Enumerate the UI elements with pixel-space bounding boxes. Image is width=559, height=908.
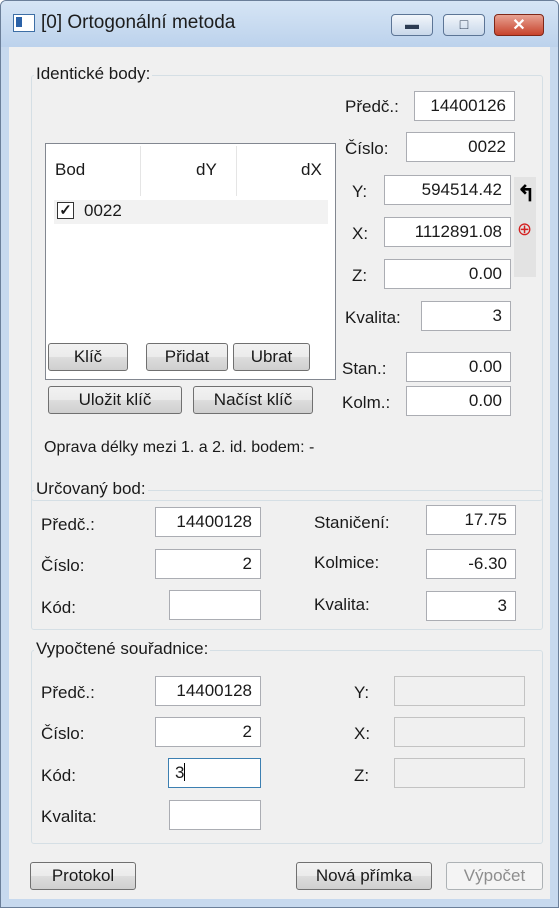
kod-label: Kód: [41, 598, 76, 617]
kvalita-label: Kvalita: [345, 308, 401, 327]
y-label: Y: [352, 182, 368, 201]
crosshair-icon[interactable]: ⊕ [517, 219, 532, 240]
window-title: [0] Ortogonální metoda [41, 12, 236, 33]
x-label: X: [352, 224, 369, 243]
y-field[interactable]: 594514.42 [384, 175, 511, 205]
kvalita-field[interactable]: 3 [421, 301, 511, 331]
new-line-button[interactable]: Nová přímka [296, 862, 432, 890]
close-button[interactable]: ✕ [494, 14, 544, 36]
protocol-button[interactable]: Protokol [30, 862, 136, 890]
group-title: Určovaný bod: [34, 479, 148, 499]
list-header: Bod dY dX [46, 144, 335, 200]
cislo-label: Číslo: [41, 556, 85, 575]
text-caret [184, 763, 186, 781]
list-item-bod: 0022 [84, 201, 122, 220]
arrow-up-icon[interactable]: ↰ [517, 181, 535, 207]
column-header-dy[interactable]: dY [196, 160, 217, 180]
predc-field[interactable]: 14400128 [155, 676, 261, 706]
column-header-bod[interactable]: Bod [55, 160, 85, 180]
kvalita-field[interactable] [169, 800, 261, 830]
group-title: Identické body: [34, 64, 153, 84]
stanicini-label: Staničení: [314, 513, 390, 532]
y-label: Y: [354, 683, 370, 702]
stanicini-field[interactable]: 17.75 [426, 505, 516, 535]
maximize-icon: □ [459, 16, 469, 32]
close-icon: ✕ [512, 17, 526, 34]
column-header-dx[interactable]: dX [301, 160, 322, 180]
kolm-field[interactable]: 0.00 [406, 386, 511, 416]
kvalita-label: Kvalita: [314, 595, 370, 614]
cislo-field[interactable]: 0022 [406, 132, 515, 162]
cislo-field[interactable]: 2 [155, 717, 261, 747]
kod-field[interactable] [169, 590, 261, 620]
stan-label: Stan.: [342, 359, 387, 378]
x-field[interactable]: 1112891.08 [384, 217, 511, 247]
title-bar[interactable]: [0] Ortogonální metoda ▬ □ ✕ [1, 1, 558, 47]
z-label: Z: [352, 266, 368, 285]
pick-point-panel: ↰ ⊕ [514, 177, 536, 277]
predc-label: Předč.: [41, 683, 95, 702]
minimize-icon: ▬ [405, 16, 419, 32]
predc-label: Předč.: [41, 515, 95, 534]
kolmice-label: Kolmice: [314, 553, 380, 572]
z-field[interactable]: 0.00 [384, 259, 511, 289]
save-key-button[interactable]: Uložit klíč [48, 386, 182, 414]
app-icon [13, 14, 35, 32]
dialog-client: Identické body: Bod dY dX ✓ 0022 Předč.:… [9, 47, 550, 899]
minimize-button[interactable]: ▬ [391, 14, 433, 36]
y-field [394, 676, 525, 706]
predc-field[interactable]: 14400128 [155, 507, 261, 537]
maximize-button[interactable]: □ [443, 14, 485, 36]
cislo-label: Číslo: [345, 139, 389, 158]
kod-value: 3 [175, 763, 185, 782]
kvalita-label: Kvalita: [41, 807, 97, 826]
key-button[interactable]: Klíč [48, 343, 128, 371]
predc-label: Předč.: [345, 97, 399, 116]
x-label: X: [354, 724, 371, 743]
remove-button[interactable]: Ubrat [233, 343, 310, 371]
z-field [394, 758, 525, 788]
list-item[interactable]: ✓ 0022 [54, 200, 328, 224]
kolm-label: Kolm.: [342, 393, 391, 412]
kolmice-field[interactable]: -6.30 [426, 549, 516, 579]
group-title: Vypočtené souřadnice: [34, 639, 211, 659]
z-label: Z: [354, 766, 370, 785]
load-key-button[interactable]: Načíst klíč [193, 386, 313, 414]
kvalita-field[interactable]: 3 [426, 591, 516, 621]
stan-field[interactable]: 0.00 [406, 352, 511, 382]
checkbox[interactable]: ✓ [57, 202, 74, 219]
x-field [394, 717, 525, 747]
compute-button: Výpočet [446, 862, 543, 890]
dialog-window: [0] Ortogonální metoda ▬ □ ✕ Identické b… [0, 0, 559, 908]
cislo-label: Číslo: [41, 724, 85, 743]
kod-input[interactable]: 3 [168, 758, 261, 788]
predc-field[interactable]: 14400126 [414, 91, 515, 121]
cislo-field[interactable]: 2 [155, 549, 261, 579]
add-button[interactable]: Přidat [146, 343, 228, 371]
length-correction-note: Oprava délky mezi 1. a 2. id. bodem: - [44, 439, 315, 456]
kod-label: Kód: [41, 766, 76, 785]
